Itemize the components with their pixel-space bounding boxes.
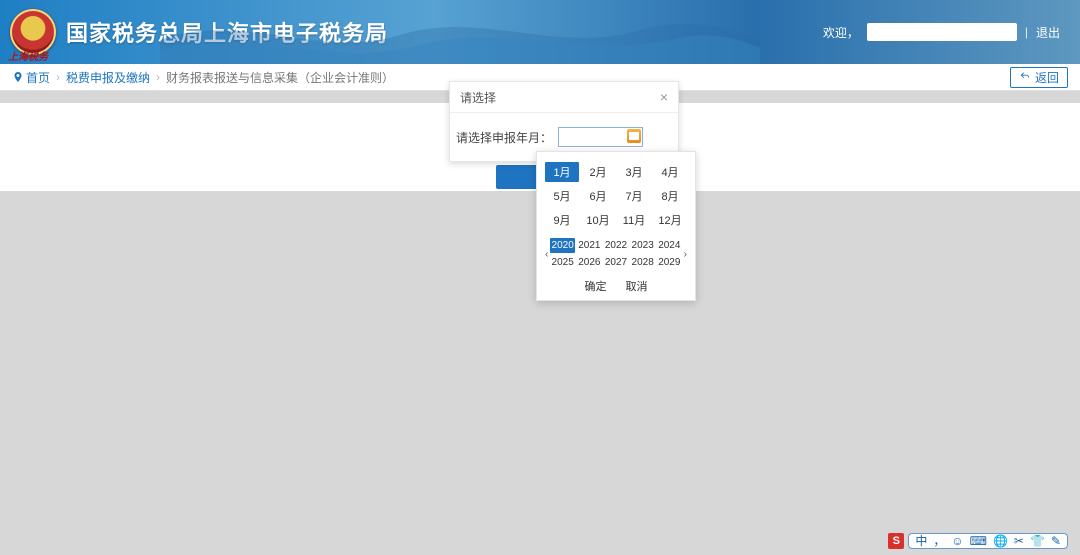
period-field-label: 请选择申报年月： xyxy=(456,129,552,146)
month-option[interactable]: 7月 xyxy=(617,186,651,206)
sogou-ime-icon[interactable]: S xyxy=(888,533,904,549)
month-option[interactable]: 3月 xyxy=(617,162,651,182)
month-option[interactable]: 9月 xyxy=(545,210,579,230)
year-option[interactable]: 2026 xyxy=(577,255,602,270)
year-option[interactable]: 2024 xyxy=(657,238,682,253)
ime-tool-icon[interactable]: 中 xyxy=(915,535,927,547)
month-option[interactable]: 1月 xyxy=(545,162,579,182)
year-option[interactable]: 2020 xyxy=(550,238,575,253)
year-grid: 20202021202220232024 20252026202720282029 xyxy=(550,238,681,270)
year-next-icon[interactable]: › xyxy=(682,249,689,260)
back-button[interactable]: 返回 xyxy=(1010,67,1068,88)
ime-tool-icon[interactable]: ， xyxy=(933,535,945,547)
year-option[interactable]: 2023 xyxy=(630,238,655,253)
ime-tool-icon[interactable]: ✎ xyxy=(1051,535,1061,547)
header-separator: | xyxy=(1025,25,1028,39)
month-option[interactable]: 2月 xyxy=(581,162,615,182)
breadcrumb-current: 财务报表报送与信息采集（企业会计准则） xyxy=(166,69,394,86)
month-option[interactable]: 12月 xyxy=(653,210,687,230)
year-option[interactable]: 2021 xyxy=(577,238,602,253)
welcome-label: 欢迎， xyxy=(823,24,859,41)
logout-link[interactable]: 退出 xyxy=(1036,24,1060,41)
user-name-masked xyxy=(867,23,1017,41)
month-option[interactable]: 6月 xyxy=(581,186,615,206)
month-option[interactable]: 11月 xyxy=(617,210,651,230)
ime-tool-icon[interactable]: 🌐 xyxy=(993,535,1008,547)
month-option[interactable]: 5月 xyxy=(545,186,579,206)
back-arrow-icon xyxy=(1019,70,1031,84)
logo-subscript: 上海税务 xyxy=(8,48,48,63)
year-prev-icon[interactable]: ‹ xyxy=(543,249,550,260)
ime-tool-icon[interactable]: ⌨ xyxy=(970,535,987,547)
month-option[interactable]: 4月 xyxy=(653,162,687,182)
picker-ok-button[interactable]: 确定 xyxy=(584,278,606,294)
year-option[interactable]: 2022 xyxy=(604,238,629,253)
year-option[interactable]: 2028 xyxy=(630,255,655,270)
breadcrumb-level1[interactable]: 税费申报及缴纳 xyxy=(66,69,150,86)
ime-tool-icon[interactable]: 👕 xyxy=(1030,535,1045,547)
year-option[interactable]: 2029 xyxy=(657,255,682,270)
modal-title: 请选择 xyxy=(460,89,496,106)
back-button-label: 返回 xyxy=(1035,69,1059,86)
ime-toolbar: 中 ， ☺ ⌨ 🌐 ✂ 👕 ✎ xyxy=(908,533,1068,549)
calendar-icon[interactable] xyxy=(627,129,641,143)
year-option[interactable]: 2025 xyxy=(550,255,575,270)
location-pin-icon xyxy=(12,71,24,83)
ime-tool-icon[interactable]: ☺ xyxy=(951,535,963,547)
ime-tool-icon[interactable]: ✂ xyxy=(1014,535,1024,547)
month-option[interactable]: 8月 xyxy=(653,186,687,206)
header-banner: 国家税务总局上海市电子税务局 上海税务 欢迎， | 退出 xyxy=(0,0,1080,64)
site-title: 国家税务总局上海市电子税务局 xyxy=(66,16,388,48)
modal-close-icon[interactable]: × xyxy=(660,90,668,104)
picker-cancel-button[interactable]: 取消 xyxy=(626,278,648,294)
month-grid: 1月2月3月4月 5月6月7月8月 9月10月11月12月 xyxy=(545,162,687,230)
ime-tray: S 中 ， ☺ ⌨ 🌐 ✂ 👕 ✎ xyxy=(888,533,1068,549)
content-area: 请选择 × 请选择申报年月： 1月2月3月4月5月6月7月8月9月10月11月1… xyxy=(0,103,1080,555)
breadcrumb-home[interactable]: 首页 xyxy=(26,69,50,86)
select-period-modal: 请选择 × 请选择申报年月： xyxy=(449,81,679,162)
month-year-picker: 1月2月3月4月5月6月7月8月9月10月11月12月 ‹ 2020202120… xyxy=(536,151,696,301)
month-option[interactable]: 10月 xyxy=(581,210,615,230)
year-option[interactable]: 2027 xyxy=(604,255,629,270)
